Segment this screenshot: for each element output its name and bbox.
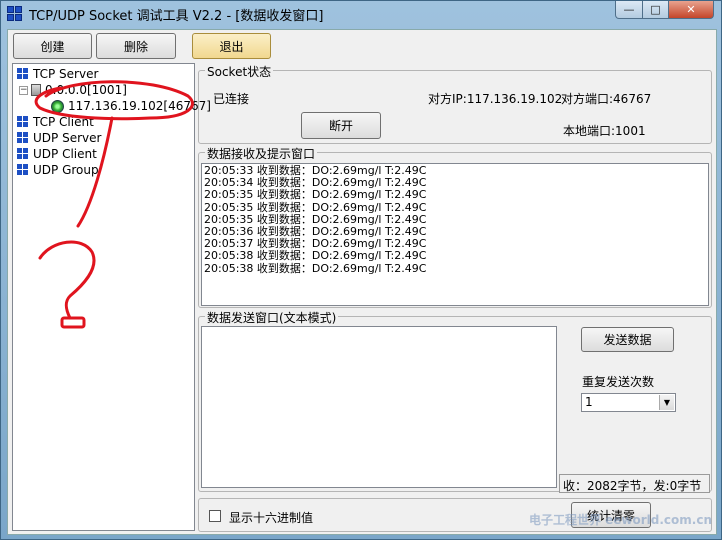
socket-status-group: Socket状态 已连接 对方IP:117.136.19.102 对方端口:46… <box>198 63 712 144</box>
tree-label: 0.0.0.0[1001] <box>45 83 127 97</box>
group-label: Socket状态 <box>205 63 274 80</box>
network-icon <box>17 164 29 176</box>
tree-item-server-node[interactable]: 0.0.0.0[1001] <box>31 83 127 97</box>
client-area: 创建 删除 退出 TCP Server − 0.0.0.0[1001] 117.… <box>7 29 717 535</box>
connection-state: 已连接 <box>213 92 250 106</box>
tree-label: TCP Server <box>33 67 99 81</box>
log-line: 20:05:35 收到数据：DO:2.69mg/l T:2.49C <box>204 200 427 214</box>
hex-display-checkbox[interactable] <box>209 510 221 522</box>
app-window: TCP/UDP Socket 调试工具 V2.2 - [数据收发窗口] — □ … <box>0 0 722 540</box>
send-textarea[interactable] <box>201 326 557 488</box>
log-line: 20:05:38 收到数据：DO:2.69mg/l T:2.49C <box>204 261 427 275</box>
byte-stats: 收：2082字节，发:0字节 <box>559 474 710 493</box>
tree-label: TCP Client <box>33 115 94 129</box>
send-group: 数据发送窗口(文本模式) 发送数据 重复发送次数 1 ▼ 收：2082字节，发:… <box>198 309 712 493</box>
window-title: TCP/UDP Socket 调试工具 V2.2 - [数据收发窗口] <box>29 9 324 24</box>
tree-item-udp-client[interactable]: UDP Client <box>17 147 97 161</box>
tree-item-connection[interactable]: 117.136.19.102[46767] <box>51 99 211 113</box>
delete-button[interactable]: 删除 <box>96 33 176 59</box>
create-button[interactable]: 创建 <box>13 33 92 59</box>
group-label: 数据发送窗口(文本模式) <box>205 309 339 326</box>
network-icon <box>17 116 29 128</box>
tree-label: UDP Client <box>33 147 97 161</box>
chevron-down-icon[interactable]: ▼ <box>659 395 674 410</box>
log-line: 20:05:38 收到数据：DO:2.69mg/l T:2.49C <box>204 249 427 263</box>
tree-label: UDP Server <box>33 131 102 145</box>
log-line: 20:05:35 收到数据：DO:2.69mg/l T:2.49C <box>204 188 427 202</box>
title-bar[interactable]: TCP/UDP Socket 调试工具 V2.2 - [数据收发窗口] — □ … <box>1 1 721 27</box>
peer-ip: 对方IP:117.136.19.102 <box>428 92 563 106</box>
socket-tree[interactable]: TCP Server − 0.0.0.0[1001] 117.136.19.10… <box>12 63 211 531</box>
hex-display-label: 显示十六进制值 <box>229 511 314 525</box>
tree-item-tcp-client[interactable]: TCP Client <box>17 115 94 129</box>
maximize-button[interactable]: □ <box>642 1 669 19</box>
exit-button[interactable]: 退出 <box>192 33 271 59</box>
watermark: 电子工程世界 eeworld.com.cn <box>528 513 712 527</box>
tree-item-udp-server[interactable]: UDP Server <box>17 131 101 145</box>
tree-label: UDP Group <box>33 163 99 177</box>
local-port: 本地端口:1001 <box>563 124 646 138</box>
network-icon <box>17 148 29 160</box>
repeat-count-value: 1 <box>585 395 593 409</box>
tree-label: 117.136.19.102[46767] <box>68 99 211 113</box>
minimize-button[interactable]: — <box>615 1 643 19</box>
close-button[interactable]: ✕ <box>668 1 714 19</box>
group-label: 数据接收及提示窗口 <box>205 145 318 162</box>
collapse-icon[interactable]: − <box>19 86 28 95</box>
disconnect-button[interactable]: 断开 <box>301 112 381 139</box>
network-icon <box>17 68 29 80</box>
send-data-button[interactable]: 发送数据 <box>581 327 674 352</box>
receive-log[interactable]: 20:05:33 收到数据：DO:2.69mg/l T:2.49C 20:05:3… <box>201 163 709 306</box>
app-grid-icon <box>7 6 23 22</box>
connection-icon <box>51 99 64 113</box>
server-icon <box>31 84 41 96</box>
tree-item-udp-group[interactable]: UDP Group <box>17 163 99 177</box>
tree-item-tcp-server[interactable]: TCP Server <box>17 67 98 81</box>
repeat-count-label: 重复发送次数 <box>582 375 655 389</box>
receive-group: 数据接收及提示窗口 20:05:33 收到数据：DO:2.69mg/l T:2.… <box>198 145 712 308</box>
peer-port: 对方端口:46767 <box>561 92 652 106</box>
network-icon <box>17 132 29 144</box>
repeat-count-select[interactable]: 1 ▼ <box>581 393 676 412</box>
